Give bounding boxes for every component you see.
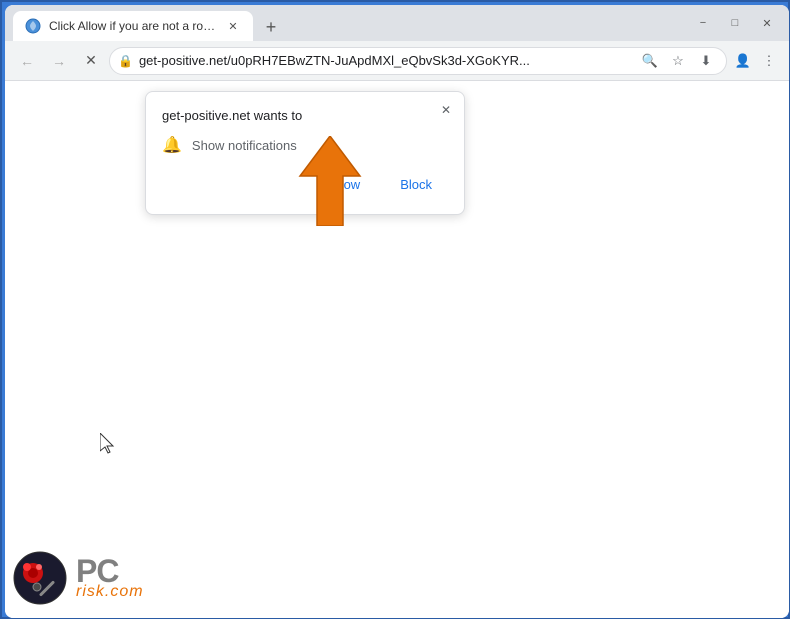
navigation-bar: ← → ✕ 🔒 get-positive.net/u0pRH7EBwZTN-Ju… bbox=[5, 41, 789, 81]
allow-button[interactable]: Allow bbox=[313, 171, 376, 198]
url-text: get-positive.net/u0pRH7EBwZTN-JuApdMXl_e… bbox=[139, 53, 632, 68]
pcrisk-logo: PC risk.com bbox=[5, 538, 205, 618]
popup-buttons: Allow Block bbox=[162, 171, 448, 198]
popup-title: get-positive.net wants to bbox=[162, 108, 448, 123]
lock-icon: 🔒 bbox=[118, 54, 133, 68]
forward-button[interactable]: → bbox=[45, 47, 73, 75]
block-button[interactable]: Block bbox=[384, 171, 448, 198]
pcrisk-icon bbox=[13, 551, 68, 606]
bell-icon: 🔔 bbox=[162, 135, 182, 155]
address-bar-icons: 🔍 ☆ ⬇ bbox=[638, 49, 718, 73]
tab-favicon bbox=[25, 18, 41, 34]
reload-button[interactable]: ✕ bbox=[77, 47, 105, 75]
popup-close-button[interactable]: ✕ bbox=[436, 100, 456, 120]
page-content: ✕ get-positive.net wants to 🔔 Show notif… bbox=[5, 81, 789, 618]
title-bar: Click Allow if you are not a robot ✕ + −… bbox=[5, 5, 789, 41]
menu-button[interactable]: ⋮ bbox=[757, 49, 781, 73]
search-icon[interactable]: 🔍 bbox=[638, 49, 662, 73]
bookmark-icon[interactable]: ☆ bbox=[666, 49, 690, 73]
nav-right-controls: 👤 ⋮ bbox=[731, 49, 781, 73]
pcrisk-risk-text: risk.com bbox=[76, 583, 144, 601]
tab-close-button[interactable]: ✕ bbox=[225, 18, 241, 34]
mouse-cursor bbox=[100, 433, 118, 460]
download-icon[interactable]: ⬇ bbox=[694, 49, 718, 73]
new-tab-button[interactable]: + bbox=[257, 13, 285, 41]
profile-button[interactable]: 👤 bbox=[731, 49, 755, 73]
address-bar[interactable]: 🔒 get-positive.net/u0pRH7EBwZTN-JuApdMXl… bbox=[109, 47, 727, 75]
notification-popup: ✕ get-positive.net wants to 🔔 Show notif… bbox=[145, 91, 465, 215]
close-button[interactable]: ✕ bbox=[753, 12, 781, 34]
tab-title: Click Allow if you are not a robot bbox=[49, 19, 217, 33]
window-controls: − □ ✕ bbox=[689, 12, 781, 34]
popup-permission: 🔔 Show notifications bbox=[162, 135, 448, 155]
browser-window: Click Allow if you are not a robot ✕ + −… bbox=[5, 5, 789, 618]
pcrisk-text: PC risk.com bbox=[76, 555, 144, 601]
maximize-button[interactable]: □ bbox=[721, 12, 749, 34]
active-tab[interactable]: Click Allow if you are not a robot ✕ bbox=[13, 11, 253, 41]
permission-text: Show notifications bbox=[192, 138, 297, 153]
tab-area: Click Allow if you are not a robot ✕ + bbox=[13, 5, 681, 41]
minimize-button[interactable]: − bbox=[689, 12, 717, 34]
back-button[interactable]: ← bbox=[13, 47, 41, 75]
